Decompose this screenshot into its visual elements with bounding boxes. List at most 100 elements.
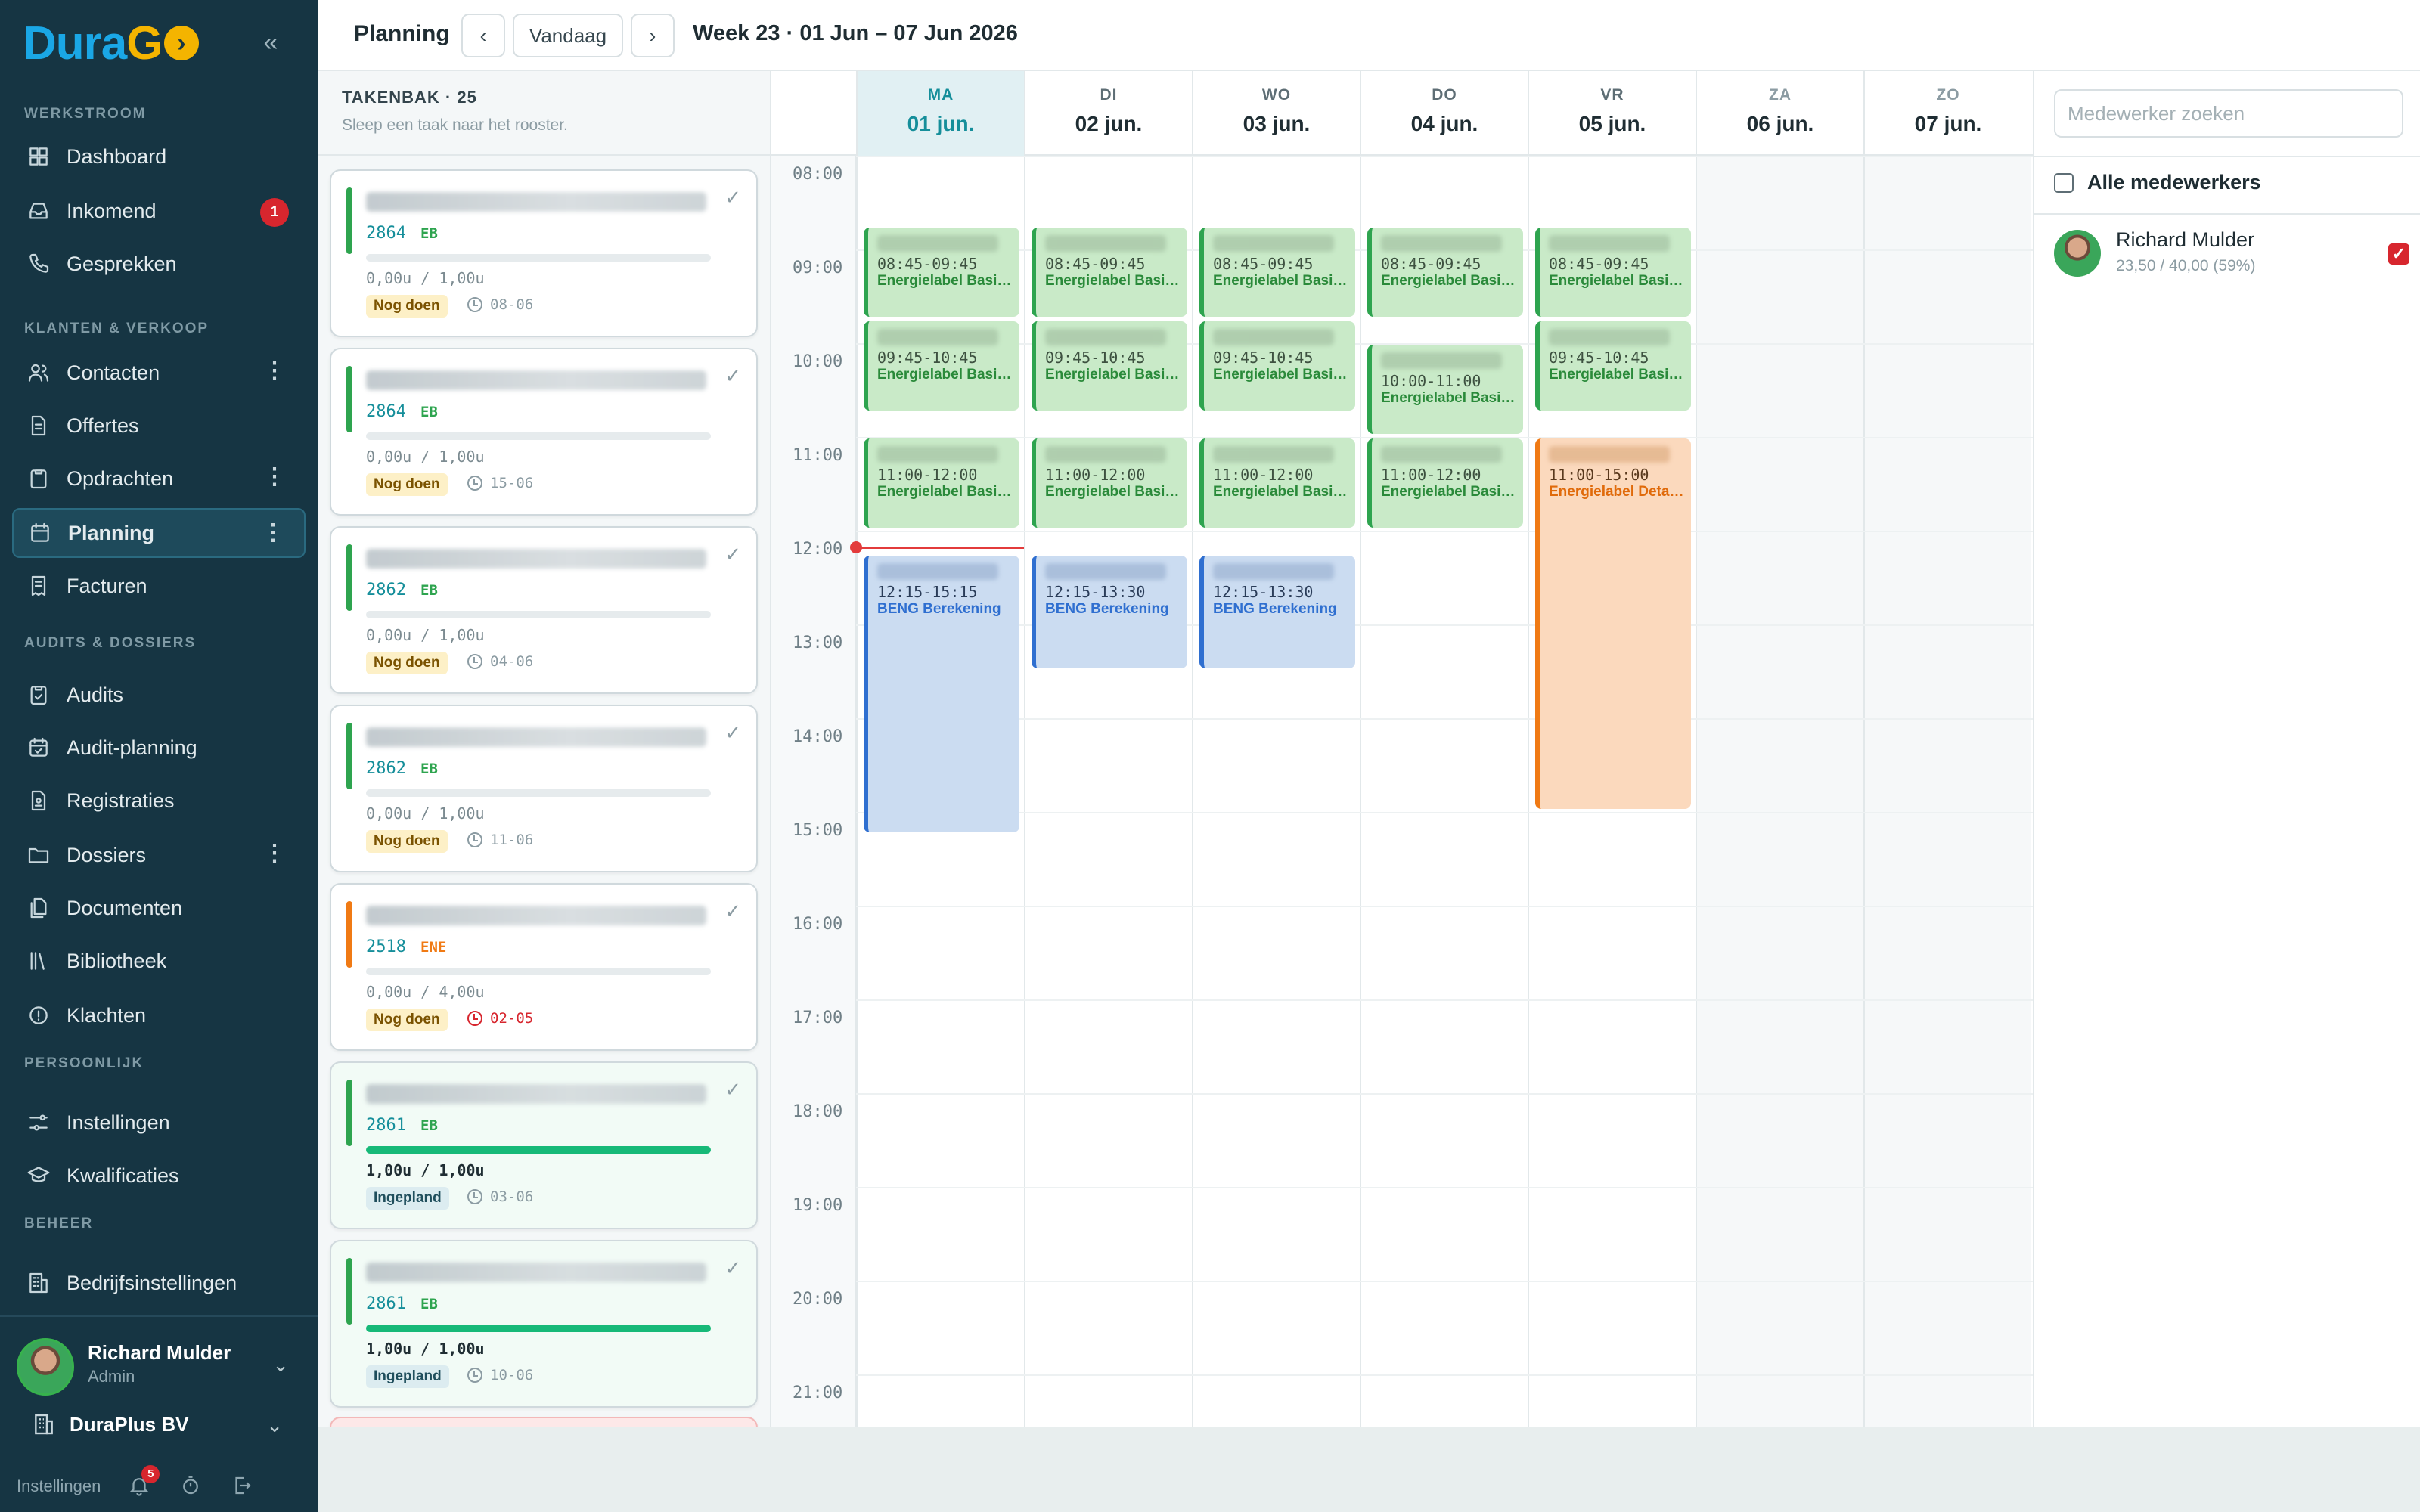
task-card[interactable]	[330, 1417, 758, 1427]
task-due-date: 15-06	[467, 475, 533, 491]
sidebar-item-kwalificaties[interactable]: Kwalificaties	[12, 1151, 306, 1201]
event-time: 12:15-13:30	[1045, 583, 1146, 601]
hour-gridline	[856, 1187, 2033, 1188]
task-due-date-value: 15-06	[490, 475, 534, 491]
day-column[interactable]	[1696, 156, 1863, 1427]
calendar-event[interactable]: 12:15-15:15 BENG Berekening	[864, 556, 1019, 832]
sidebar-item-registraties[interactable]: Registraties	[12, 776, 306, 826]
employee-checkbox[interactable]: ✓	[2388, 243, 2409, 265]
sidebar: Dura G › « WERKSTROOM Dashboard Inkomend 1 Ges…	[0, 0, 318, 1512]
sidebar-item-inkomend[interactable]: Inkomend 1	[12, 186, 306, 236]
sidebar-item-dashboard[interactable]: Dashboard	[12, 132, 306, 181]
durago-logo[interactable]: Dura G ›	[23, 17, 199, 70]
task-card[interactable]: ✓ 2864 EB 0,00u / 1,00u Nog doen 15-06	[330, 348, 758, 516]
sidebar-item-dossiers[interactable]: Dossiers ⋮	[12, 830, 306, 880]
day-header-wo[interactable]: WO 03 jun.	[1192, 71, 1360, 156]
all-employees-checkbox[interactable]	[2054, 172, 2074, 193]
today-button[interactable]: Vandaag	[513, 14, 623, 57]
calendar-event[interactable]: 09:45-10:45 Energielabel Basi…	[1199, 321, 1355, 411]
day-header-do[interactable]: DO 04 jun.	[1360, 71, 1528, 156]
day-header-zo[interactable]: ZO 07 jun.	[1863, 71, 2031, 156]
user-name[interactable]: Richard Mulder	[88, 1341, 231, 1365]
collapse-sidebar-button[interactable]: «	[256, 27, 286, 57]
timer-button[interactable]	[179, 1474, 203, 1498]
chevron-down-icon[interactable]: ⌄	[266, 1414, 283, 1437]
task-category: EB	[420, 582, 438, 599]
week-calendar: MA 01 jun. DI 02 jun. WO 03 jun. DO 04 jun. VR 05…	[771, 71, 2033, 1427]
sidebar-item-facturen[interactable]: Facturen	[12, 561, 306, 611]
calendar-event[interactable]: 08:45-09:45 Energielabel Basi…	[1032, 228, 1187, 317]
more-options-icon[interactable]: ⋮	[263, 360, 286, 383]
calendar-event[interactable]: 08:45-09:45 Energielabel Basi…	[1535, 228, 1691, 317]
complete-task-check-icon[interactable]: ✓	[724, 543, 741, 566]
complete-task-check-icon[interactable]: ✓	[724, 721, 741, 745]
calendar-event[interactable]: 08:45-09:45 Energielabel Basi…	[864, 228, 1019, 317]
day-column[interactable]	[1863, 156, 2031, 1427]
sidebar-item-bedrijfsinstellingen[interactable]: Bedrijfsinstellingen	[12, 1258, 306, 1308]
sidebar-item-instellingen[interactable]: Instellingen	[12, 1098, 306, 1148]
calendar-event[interactable]: 11:00-12:00 Energielabel Basi…	[1367, 438, 1523, 528]
day-header-vr[interactable]: VR 05 jun.	[1528, 71, 1696, 156]
logout-button[interactable]	[231, 1474, 255, 1498]
task-title-redacted	[366, 727, 706, 747]
complete-task-check-icon[interactable]: ✓	[724, 1078, 741, 1101]
hour-gridline	[856, 1281, 2033, 1282]
calendar-event[interactable]: 11:00-15:00 Energielabel Deta…	[1535, 438, 1691, 809]
sidebar-item-contacten[interactable]: Contacten ⋮	[12, 348, 306, 398]
task-card[interactable]: ✓ 2861 EB 1,00u / 1,00u Ingepland 10-06	[330, 1240, 758, 1408]
calendar-event[interactable]: 08:45-09:45 Energielabel Basi…	[1199, 228, 1355, 317]
event-client-redacted	[1381, 235, 1502, 252]
notifications-button[interactable]: 5	[128, 1465, 160, 1498]
notification-count-badge: 5	[141, 1465, 160, 1483]
calendar-event[interactable]: 08:45-09:45 Energielabel Basi…	[1367, 228, 1523, 317]
sidebar-item-planning[interactable]: Planning ⋮	[12, 508, 306, 558]
task-card[interactable]: ✓ 2862 EB 0,00u / 1,00u Nog doen 04-06	[330, 526, 758, 694]
complete-task-check-icon[interactable]: ✓	[724, 1256, 741, 1280]
task-card[interactable]: ✓ 2862 EB 0,00u / 1,00u Nog doen 11-06	[330, 705, 758, 872]
calendar-event[interactable]: 12:15-13:30 BENG Berekening	[1199, 556, 1355, 668]
sidebar-item-audits[interactable]: Audits	[12, 670, 306, 720]
task-card[interactable]: ✓ 2518 ENE 0,00u / 4,00u Nog doen 02-05	[330, 883, 758, 1051]
calendar-event[interactable]: 09:45-10:45 Energielabel Basi…	[1032, 321, 1187, 411]
calendar-event[interactable]: 10:00-11:00 Energielabel Basi…	[1367, 345, 1523, 434]
sidebar-item-opdrachten[interactable]: Opdrachten ⋮	[12, 454, 306, 503]
sidebar-item-klachten[interactable]: Klachten	[12, 990, 306, 1040]
calendar-event[interactable]: 11:00-12:00 Energielabel Basi…	[864, 438, 1019, 528]
day-header-za[interactable]: ZA 06 jun.	[1696, 71, 1863, 156]
task-card[interactable]: ✓ 2861 EB 1,00u / 1,00u Ingepland 03-06	[330, 1061, 758, 1229]
previous-week-button[interactable]: ‹	[461, 14, 505, 57]
task-title-redacted	[366, 1084, 706, 1104]
chevron-down-icon[interactable]: ⌄	[272, 1353, 289, 1377]
sidebar-item-bibliotheek[interactable]: Bibliotheek	[12, 936, 306, 986]
day-header-di[interactable]: DI 02 jun.	[1024, 71, 1192, 156]
sidebar-item-offertes[interactable]: Offertes	[12, 401, 306, 451]
settings-link[interactable]: Instellingen	[17, 1476, 101, 1496]
employee-search-input[interactable]	[2054, 89, 2403, 138]
sidebar-item-gesprekken[interactable]: Gesprekken	[12, 239, 306, 289]
calendar-event[interactable]: 12:15-13:30 BENG Berekening	[1032, 556, 1187, 668]
more-options-icon[interactable]: ⋮	[263, 466, 286, 488]
complete-task-check-icon[interactable]: ✓	[724, 364, 741, 388]
next-week-button[interactable]: ›	[631, 14, 675, 57]
day-header-ma[interactable]: MA 01 jun.	[856, 71, 1024, 156]
day-date: 05 jun.	[1578, 112, 1646, 135]
invoice-icon	[26, 573, 51, 599]
calendar-event[interactable]: 09:45-10:45 Energielabel Basi…	[864, 321, 1019, 411]
more-options-icon[interactable]: ⋮	[263, 842, 286, 865]
event-client-redacted	[1213, 235, 1334, 252]
task-card[interactable]: ✓ 2864 EB 0,00u / 1,00u Nog doen 08-06	[330, 169, 758, 337]
calendar-event[interactable]: 11:00-12:00 Energielabel Basi…	[1032, 438, 1187, 528]
calendar-event[interactable]: 11:00-12:00 Energielabel Basi…	[1199, 438, 1355, 528]
complete-task-check-icon[interactable]: ✓	[724, 900, 741, 923]
sidebar-item-documenten[interactable]: Documenten	[12, 883, 306, 933]
unread-count-badge: 1	[260, 198, 289, 227]
company-switcher[interactable]: DuraPlus BV	[32, 1412, 189, 1436]
complete-task-check-icon[interactable]: ✓	[724, 186, 741, 209]
employee-row[interactable]: Richard Mulder 23,50 / 40,00 (59%) ✓	[2054, 225, 2409, 283]
logout-icon	[235, 1476, 251, 1495]
avatar[interactable]	[17, 1338, 74, 1396]
more-options-icon[interactable]: ⋮	[262, 522, 284, 544]
sidebar-item-audit-planning[interactable]: Audit-planning	[12, 723, 306, 773]
calendar-event[interactable]: 09:45-10:45 Energielabel Basi…	[1535, 321, 1691, 411]
all-employees-toggle[interactable]: Alle medewerkers	[2054, 171, 2261, 194]
